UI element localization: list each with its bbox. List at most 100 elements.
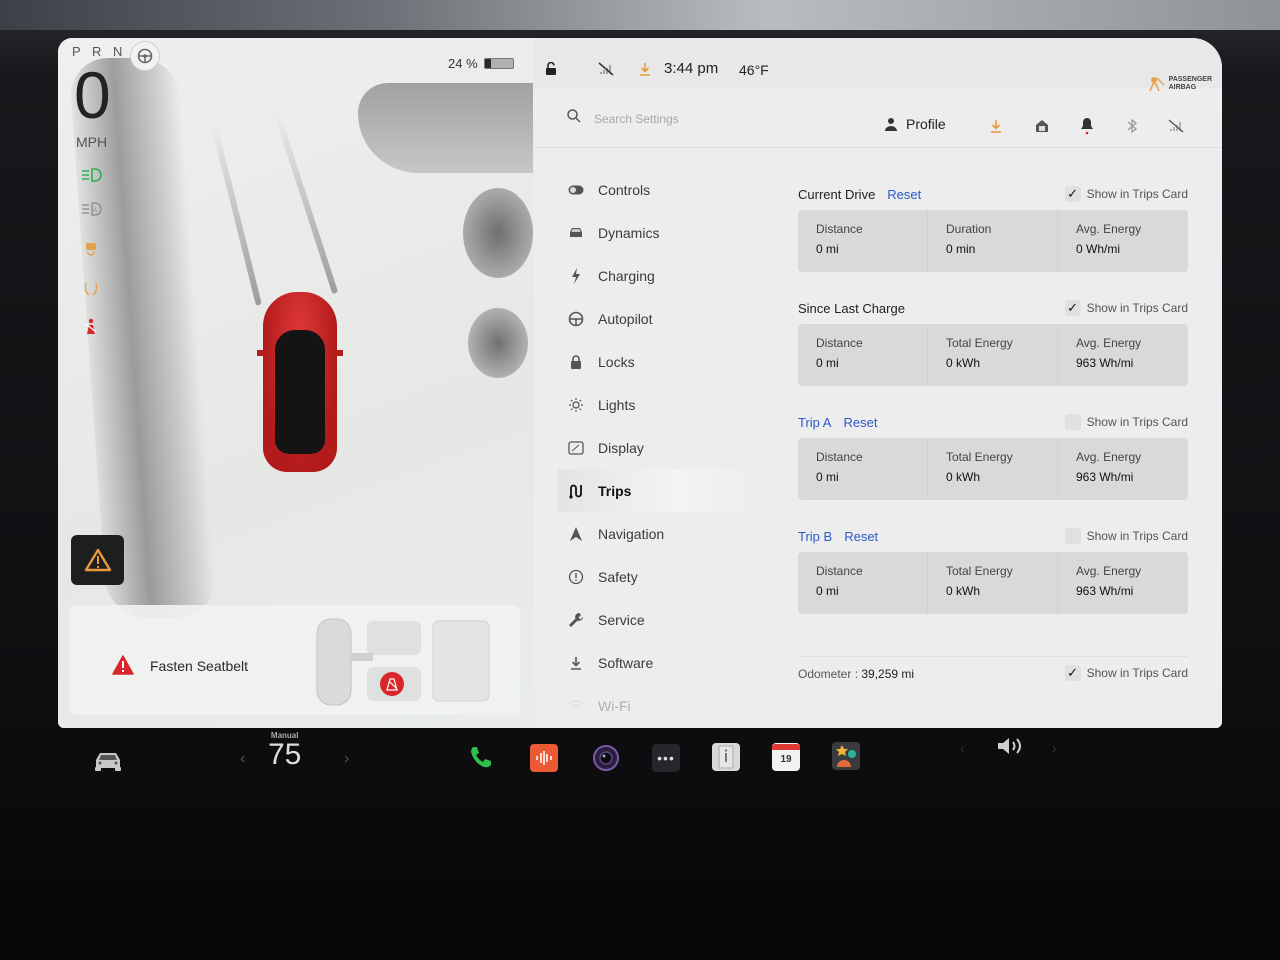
- notifications-button[interactable]: [1077, 116, 1097, 136]
- car-button[interactable]: [92, 750, 124, 772]
- since-last-charge-section: Since Last Charge ✓ Show in Trips Card Di…: [798, 292, 1188, 386]
- sidebar-item-label: Navigation: [598, 525, 665, 542]
- sidebar-item-label: Autopilot: [598, 310, 653, 327]
- sidebar-item-locks[interactable]: Locks: [558, 340, 758, 383]
- owners-manual-app[interactable]: [712, 743, 740, 771]
- stat-value: 0 mi: [816, 584, 839, 598]
- stat-avg-energy: Avg. Energy 963 Wh/mi: [1058, 324, 1188, 386]
- taskbar: ‹ Manual 75 › ••• 19 ‹ ›: [58, 728, 1222, 790]
- stat-avg-energy: Avg. Energy 963 Wh/mi: [1058, 438, 1188, 500]
- bluetooth-icon: [1127, 118, 1138, 134]
- audio-app[interactable]: [530, 744, 558, 772]
- stat-label: Total Energy: [946, 450, 1013, 464]
- volume-up-button[interactable]: ›: [1052, 740, 1057, 756]
- sidebar-item-autopilot[interactable]: Autopilot: [558, 297, 758, 340]
- settings-header: Profile: [534, 88, 1222, 148]
- volume-down-button[interactable]: ‹: [960, 740, 965, 756]
- lock-icon: [568, 354, 584, 370]
- sidebar-item-software[interactable]: Software: [558, 641, 758, 684]
- camera-app[interactable]: [592, 744, 620, 772]
- stat-value: 0 mi: [816, 242, 839, 256]
- sidebar-item-trips[interactable]: Trips: [558, 469, 758, 512]
- checkbox-checked[interactable]: ✓: [1064, 186, 1081, 202]
- update-available-icon[interactable]: [638, 62, 652, 76]
- autopilot-wheel-button[interactable]: [130, 41, 160, 71]
- stat-label: Distance: [816, 336, 863, 350]
- stat-label: Distance: [816, 450, 863, 464]
- sidebar-item-service[interactable]: Service: [558, 598, 758, 641]
- speed-readout: 0: [74, 58, 111, 132]
- stat-value: 0 min: [946, 242, 976, 256]
- sidebar-item-lights[interactable]: Lights: [558, 383, 758, 426]
- reset-trip-a-button[interactable]: Reset: [843, 415, 877, 430]
- seatbelt-alert-card[interactable]: Fasten Seatbelt: [70, 605, 520, 715]
- ellipsis-icon: •••: [657, 750, 675, 766]
- speaker-icon: [998, 738, 1021, 754]
- svg-text:A: A: [93, 208, 97, 214]
- show-in-trips-card-toggle[interactable]: ✓ Show in Trips Card: [1064, 300, 1188, 316]
- reset-trip-b-button[interactable]: Reset: [844, 529, 878, 544]
- climate-control[interactable]: Manual 75: [268, 731, 301, 770]
- lane-line: [273, 111, 339, 295]
- lock-status-button[interactable]: [544, 62, 558, 76]
- display-icon: [568, 440, 584, 456]
- download-icon: [568, 655, 584, 671]
- sidebar-item-navigation[interactable]: Navigation: [558, 512, 758, 555]
- temp-up-button[interactable]: ›: [344, 750, 349, 768]
- vehicle-model[interactable]: [257, 292, 343, 472]
- stat-total-energy: Total Energy 0 kWh: [928, 324, 1058, 386]
- profile-button[interactable]: Profile: [884, 116, 946, 132]
- stat-label: Duration: [946, 222, 992, 236]
- bluetooth-button[interactable]: [1122, 116, 1142, 136]
- search-settings-input[interactable]: [594, 108, 834, 130]
- sidebar-item-wi-fi[interactable]: Wi-Fi: [558, 684, 758, 727]
- reset-current-drive-button[interactable]: Reset: [887, 187, 921, 202]
- seatbelt-warning-icon: [78, 316, 104, 338]
- nearby-object: [463, 188, 533, 278]
- sidebar-item-display[interactable]: Display: [558, 426, 758, 469]
- cellular-button[interactable]: [1166, 116, 1186, 136]
- search-icon: [566, 108, 582, 129]
- download-update-button[interactable]: [986, 116, 1006, 136]
- stat-value: 963 Wh/mi: [1076, 356, 1134, 370]
- checkbox-checked[interactable]: ✓: [1064, 300, 1081, 316]
- sidebar-item-dynamics[interactable]: Dynamics: [558, 211, 758, 254]
- chevron-right-icon: ›: [344, 750, 350, 767]
- bell-icon: [1081, 118, 1093, 135]
- calendar-app[interactable]: 19: [772, 743, 800, 771]
- volume-button[interactable]: [996, 736, 1024, 756]
- temp-down-button[interactable]: ‹: [240, 750, 245, 768]
- show-in-trips-card-toggle[interactable]: Show in Trips Card: [1064, 528, 1188, 544]
- stat-avg-energy: Avg. Energy 963 Wh/mi: [1058, 552, 1188, 614]
- show-in-trips-card-toggle[interactable]: ✓ Show in Trips Card: [1064, 665, 1188, 681]
- audio-waveform-icon: [536, 751, 552, 765]
- sidebar-item-label: Controls: [598, 181, 651, 198]
- headlights-on-icon: [78, 164, 104, 186]
- homelink-button[interactable]: [1032, 116, 1052, 136]
- alerts-button[interactable]: [71, 535, 124, 585]
- checkbox-unchecked[interactable]: [1064, 528, 1081, 544]
- sidebar-item-controls[interactable]: Controls: [558, 168, 758, 211]
- garage-icon: [1036, 120, 1048, 132]
- climate-temperature: 75: [268, 738, 302, 771]
- checkbox-label: Show in Trips Card: [1086, 301, 1188, 315]
- route-icon: [568, 483, 584, 499]
- toybox-app[interactable]: [832, 742, 860, 770]
- show-in-trips-card-toggle[interactable]: ✓ Show in Trips Card: [1064, 186, 1188, 202]
- sidebar-item-safety[interactable]: Safety: [558, 555, 758, 598]
- show-in-trips-card-toggle[interactable]: Show in Trips Card: [1064, 414, 1188, 430]
- phone-app[interactable]: [468, 744, 494, 770]
- checkbox-unchecked[interactable]: [1064, 414, 1081, 430]
- sidebar-item-label: Lights: [598, 396, 636, 413]
- stat-avg-energy: Avg. Energy 0 Wh/mi: [1058, 210, 1188, 272]
- stat-label: Avg. Energy: [1076, 222, 1142, 236]
- touchscreen: P R N D 0 MPH A 24 % Fasten Seatbelt 3:4…: [58, 38, 1222, 728]
- more-apps-button[interactable]: •••: [652, 744, 680, 772]
- sidebar-item-charging[interactable]: Charging: [558, 254, 758, 297]
- car-icon: [568, 225, 584, 241]
- wrench-icon: [568, 612, 584, 628]
- speed-unit: MPH: [76, 134, 108, 150]
- toggle-icon: [568, 182, 584, 198]
- checkbox-checked[interactable]: ✓: [1064, 665, 1081, 681]
- trip-b-section: Trip B Reset Show in Trips Card Distance…: [798, 520, 1188, 614]
